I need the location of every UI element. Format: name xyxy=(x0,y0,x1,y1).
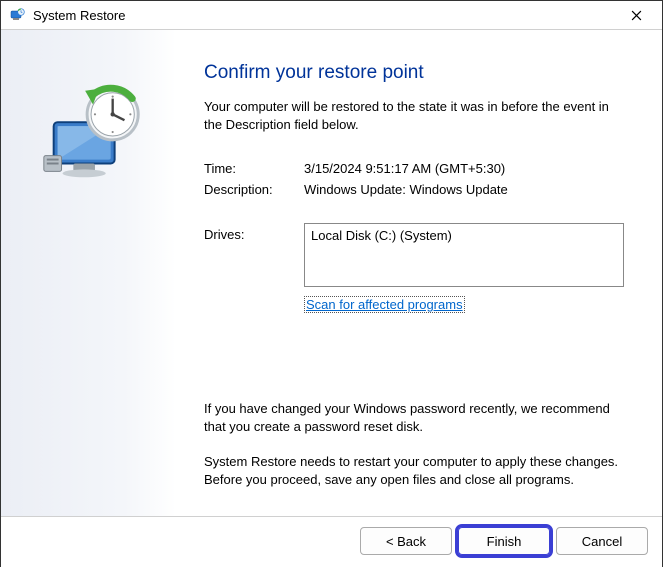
drives-row: Drives: Local Disk (C:) (System) xyxy=(204,223,624,287)
close-button[interactable] xyxy=(616,1,656,29)
cancel-button[interactable]: Cancel xyxy=(556,527,648,555)
scan-link-row: Scan for affected programs xyxy=(304,297,624,312)
bottom-notices: If you have changed your Windows passwor… xyxy=(204,400,624,506)
restart-notice: System Restore needs to restart your com… xyxy=(204,453,624,488)
drive-item: Local Disk (C:) (System) xyxy=(311,228,452,243)
window-title: System Restore xyxy=(33,8,616,23)
titlebar: System Restore xyxy=(1,1,662,30)
main-panel: Confirm your restore point Your computer… xyxy=(176,30,662,516)
intro-text: Your computer will be restored to the st… xyxy=(204,98,624,133)
drives-list: Local Disk (C:) (System) xyxy=(304,223,624,287)
finish-button[interactable]: Finish xyxy=(458,527,550,555)
restore-app-icon xyxy=(9,7,25,23)
back-button[interactable]: < Back xyxy=(360,527,452,555)
description-value: Windows Update: Windows Update xyxy=(304,182,508,197)
description-row: Description: Windows Update: Windows Upd… xyxy=(204,182,624,197)
side-panel xyxy=(1,30,176,516)
time-label: Time: xyxy=(204,161,304,176)
scan-affected-programs-link[interactable]: Scan for affected programs xyxy=(304,296,465,313)
description-label: Description: xyxy=(204,182,304,197)
system-restore-window: System Restore xyxy=(0,0,663,567)
password-notice: If you have changed your Windows passwor… xyxy=(204,400,624,435)
button-bar: < Back Finish Cancel xyxy=(1,516,662,567)
time-row: Time: 3/15/2024 9:51:17 AM (GMT+5:30) xyxy=(204,161,624,176)
system-restore-wizard-icon xyxy=(34,75,144,185)
drives-label: Drives: xyxy=(204,223,304,242)
content-area: Confirm your restore point Your computer… xyxy=(1,30,662,516)
page-heading: Confirm your restore point xyxy=(204,62,624,84)
close-icon xyxy=(631,10,642,21)
time-value: 3/15/2024 9:51:17 AM (GMT+5:30) xyxy=(304,161,505,176)
